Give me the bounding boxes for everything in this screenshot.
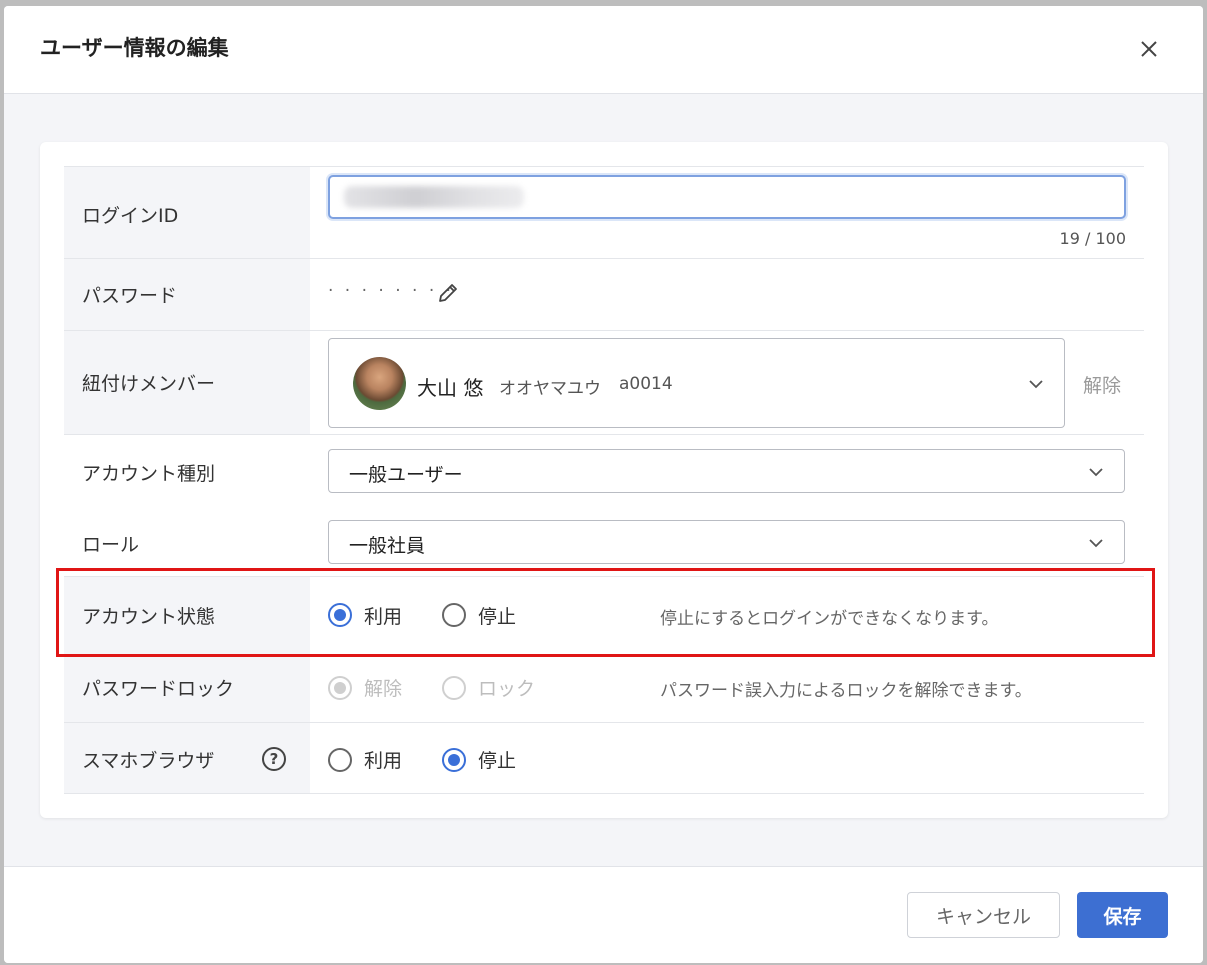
avatar — [353, 357, 406, 410]
account-type-select[interactable]: 一般ユーザー — [328, 449, 1125, 493]
account-status-option-use[interactable]: 利用 — [364, 602, 402, 629]
edit-user-dialog: ユーザー情報の編集 ログインID 19 / 100 パスワード · · · · … — [4, 6, 1203, 963]
password-label: パスワード — [82, 285, 178, 307]
account-status-radio-use[interactable] — [328, 603, 352, 627]
row-login-id: ログインID 19 / 100 — [64, 166, 1144, 258]
form-card: ログインID 19 / 100 パスワード · · · · · · · · 紐付… — [40, 142, 1168, 818]
password-lock-label: パスワードロック — [82, 678, 235, 700]
mobile-browser-option-use[interactable]: 利用 — [364, 746, 402, 773]
save-button[interactable]: 保存 — [1077, 892, 1168, 938]
row-member: 紐付けメンバー 大山 悠 オオヤマユウ a0014 解除 — [64, 330, 1144, 434]
member-code: a0014 — [619, 374, 673, 394]
dialog-header: ユーザー情報の編集 — [4, 6, 1203, 94]
member-name: 大山 悠 — [417, 376, 484, 400]
chevron-down-icon — [1029, 380, 1043, 389]
role-label: ロール — [82, 534, 140, 556]
password-lock-option-lock[interactable]: ロック — [478, 674, 535, 701]
login-id-input[interactable] — [328, 175, 1126, 219]
member-kana: オオヤマユウ — [499, 379, 601, 399]
dialog-body: ログインID 19 / 100 パスワード · · · · · · · · 紐付… — [4, 95, 1203, 866]
member-label: 紐付けメンバー — [82, 373, 216, 395]
password-lock-option-release[interactable]: 解除 — [364, 674, 402, 701]
close-button[interactable] — [1134, 34, 1164, 64]
pencil-icon — [439, 284, 457, 302]
role-value: 一般社員 — [349, 535, 426, 557]
account-type-value: 一般ユーザー — [349, 464, 463, 486]
account-type-label: アカウント種別 — [82, 463, 216, 485]
password-lock-radio-lock[interactable] — [442, 676, 466, 700]
unlink-member-button[interactable]: 解除 — [1083, 371, 1121, 398]
row-password: パスワード · · · · · · · · — [64, 258, 1144, 330]
mobile-browser-radio-stop[interactable] — [442, 748, 466, 772]
row-mobile-browser: スマホブラウザ ? 利用 停止 — [64, 722, 1144, 794]
account-status-radio-stop[interactable] — [442, 603, 466, 627]
mobile-browser-option-stop[interactable]: 停止 — [478, 746, 516, 773]
account-status-label: アカウント状態 — [82, 606, 216, 628]
row-password-lock: パスワードロック 解除 ロック パスワード誤入力によるロックを解除できます。 — [64, 652, 1144, 722]
chevron-down-icon — [1089, 539, 1103, 548]
close-icon — [1141, 41, 1157, 57]
cancel-button[interactable]: キャンセル — [907, 892, 1060, 938]
password-lock-hint: パスワード誤入力によるロックを解除できます。 — [660, 681, 1032, 701]
chevron-down-icon — [1089, 468, 1103, 477]
edit-password-button[interactable] — [436, 281, 460, 305]
mobile-browser-radio-use[interactable] — [328, 748, 352, 772]
dialog-footer: キャンセル 保存 — [4, 866, 1203, 963]
help-icon[interactable]: ? — [262, 747, 286, 771]
mobile-browser-label: スマホブラウザ — [82, 750, 215, 772]
account-status-hint: 停止にするとログインができなくなります。 — [660, 609, 999, 629]
password-lock-radio-release[interactable] — [328, 676, 352, 700]
role-select[interactable]: 一般社員 — [328, 520, 1125, 564]
account-status-option-stop[interactable]: 停止 — [478, 602, 516, 629]
login-id-value-blurred — [344, 186, 524, 208]
login-id-counter: 19 / 100 — [1059, 229, 1126, 248]
login-id-label: ログインID — [82, 205, 179, 227]
row-account-status: アカウント状態 利用 停止 停止にするとログインができなくなります。 — [64, 576, 1144, 652]
member-select[interactable]: 大山 悠 オオヤマユウ a0014 — [328, 338, 1065, 428]
dialog-title: ユーザー情報の編集 — [40, 36, 229, 60]
row-account-type-role: アカウント種別 ロール 一般ユーザー 一般社員 — [64, 434, 1144, 570]
